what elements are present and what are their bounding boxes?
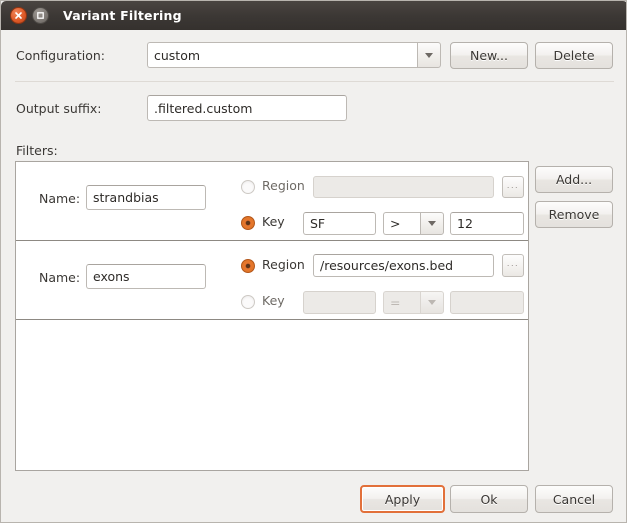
- filter-key-input[interactable]: SF: [303, 212, 376, 235]
- filter-region-browse-button[interactable]: ...: [502, 254, 524, 277]
- filter-region-browse-button[interactable]: ...: [502, 176, 524, 198]
- row-separator: [16, 319, 528, 320]
- filter-key-operator-value[interactable]: >: [383, 212, 420, 235]
- maximize-icon[interactable]: [32, 7, 49, 24]
- title-bar: Variant Filtering: [1, 1, 626, 30]
- filter-key-radio[interactable]: [241, 295, 255, 309]
- filters-list[interactable]: Name: strandbias Region ... Key SF > 12: [15, 161, 529, 471]
- remove-filter-button[interactable]: Remove: [535, 201, 613, 228]
- filter-name-label: Name:: [39, 191, 81, 206]
- configuration-label: Configuration:: [16, 48, 105, 63]
- output-suffix-input[interactable]: .filtered.custom: [147, 95, 347, 121]
- filter-key-label: Key: [262, 214, 285, 229]
- filter-key-operator-combobox: =: [383, 291, 444, 314]
- chevron-down-icon: [420, 291, 444, 314]
- dialog-content: Configuration: custom New... Delete Outp…: [1, 30, 626, 522]
- table-row[interactable]: Name: strandbias Region ... Key SF > 12: [16, 162, 528, 240]
- output-suffix-label: Output suffix:: [16, 101, 102, 116]
- filter-region-label: Region: [262, 178, 305, 193]
- filter-name-label: Name:: [39, 270, 81, 285]
- chevron-down-icon[interactable]: [420, 212, 444, 235]
- filter-key-input: [303, 291, 376, 314]
- delete-configuration-button[interactable]: Delete: [535, 42, 613, 69]
- table-row[interactable]: Name: exons Region /resources/exons.bed …: [16, 241, 528, 319]
- filter-key-radio[interactable]: [241, 216, 255, 230]
- separator: [15, 81, 614, 82]
- variant-filtering-dialog: Variant Filtering Configuration: custom …: [0, 0, 627, 523]
- configuration-value[interactable]: custom: [147, 42, 417, 68]
- filter-region-input: [313, 176, 494, 198]
- filter-name-input[interactable]: strandbias: [86, 185, 206, 210]
- apply-button[interactable]: Apply: [360, 485, 445, 513]
- filter-key-operator-value: =: [383, 291, 420, 314]
- cancel-button[interactable]: Cancel: [535, 485, 613, 513]
- new-configuration-button[interactable]: New...: [450, 42, 528, 69]
- close-icon[interactable]: [10, 7, 27, 24]
- filter-region-label: Region: [262, 257, 305, 272]
- filter-key-label: Key: [262, 293, 285, 308]
- filter-key-operator-combobox[interactable]: >: [383, 212, 444, 235]
- configuration-combobox[interactable]: custom: [147, 42, 441, 68]
- chevron-down-icon[interactable]: [417, 42, 441, 68]
- add-filter-button[interactable]: Add...: [535, 166, 613, 193]
- filter-region-input[interactable]: /resources/exons.bed: [313, 254, 494, 277]
- filter-key-threshold-input[interactable]: 12: [450, 212, 524, 235]
- window-title: Variant Filtering: [63, 8, 182, 23]
- filter-region-radio[interactable]: [241, 259, 255, 273]
- filter-region-radio[interactable]: [241, 180, 255, 194]
- filters-label: Filters:: [16, 143, 58, 158]
- ok-button[interactable]: Ok: [450, 485, 528, 513]
- filter-key-threshold-input: [450, 291, 524, 314]
- filter-name-input[interactable]: exons: [86, 264, 206, 289]
